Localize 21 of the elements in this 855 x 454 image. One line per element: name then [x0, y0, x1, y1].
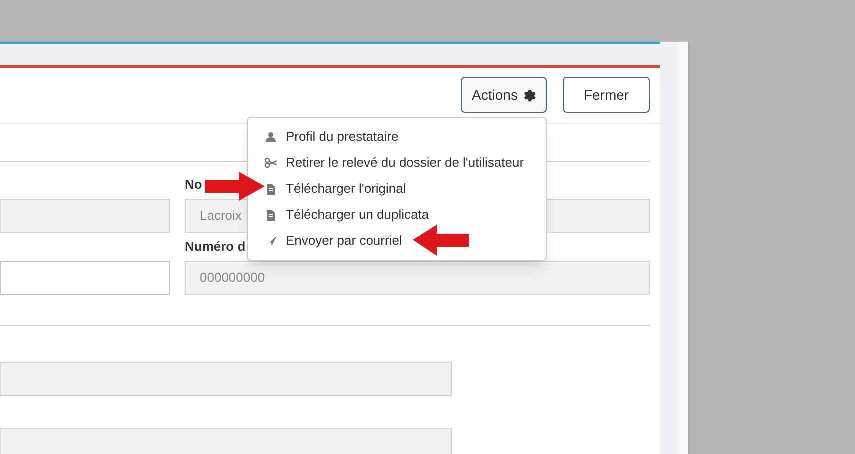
document-icon	[266, 184, 276, 194]
actions-button[interactable]: Actions	[461, 77, 547, 113]
input-field[interactable]	[0, 428, 452, 454]
gear-icon	[522, 88, 536, 102]
document-icon	[266, 210, 276, 220]
input-field[interactable]	[0, 199, 170, 233]
input-field[interactable]	[0, 362, 452, 396]
menu-item[interactable]: Retirer le relevé du dossier de l'utilisateur	[265, 150, 524, 176]
menu-item[interactable]: Télécharger un duplicata	[265, 202, 430, 228]
field-label: Numéro d	[185, 238, 246, 256]
scissors-icon	[265, 158, 277, 168]
input-field[interactable]	[0, 261, 170, 295]
person-icon	[266, 132, 276, 142]
send-icon	[266, 236, 276, 246]
menu-item[interactable]: Envoyer par courriel	[265, 228, 402, 254]
menu-item[interactable]: Profil du prestataire	[265, 124, 399, 150]
arrow-icon	[205, 172, 265, 201]
field-label: No	[185, 176, 202, 194]
menu-item[interactable]: Télécharger l'original	[265, 176, 406, 202]
arrow-icon	[413, 225, 469, 256]
close-button[interactable]: Fermer	[563, 77, 650, 113]
